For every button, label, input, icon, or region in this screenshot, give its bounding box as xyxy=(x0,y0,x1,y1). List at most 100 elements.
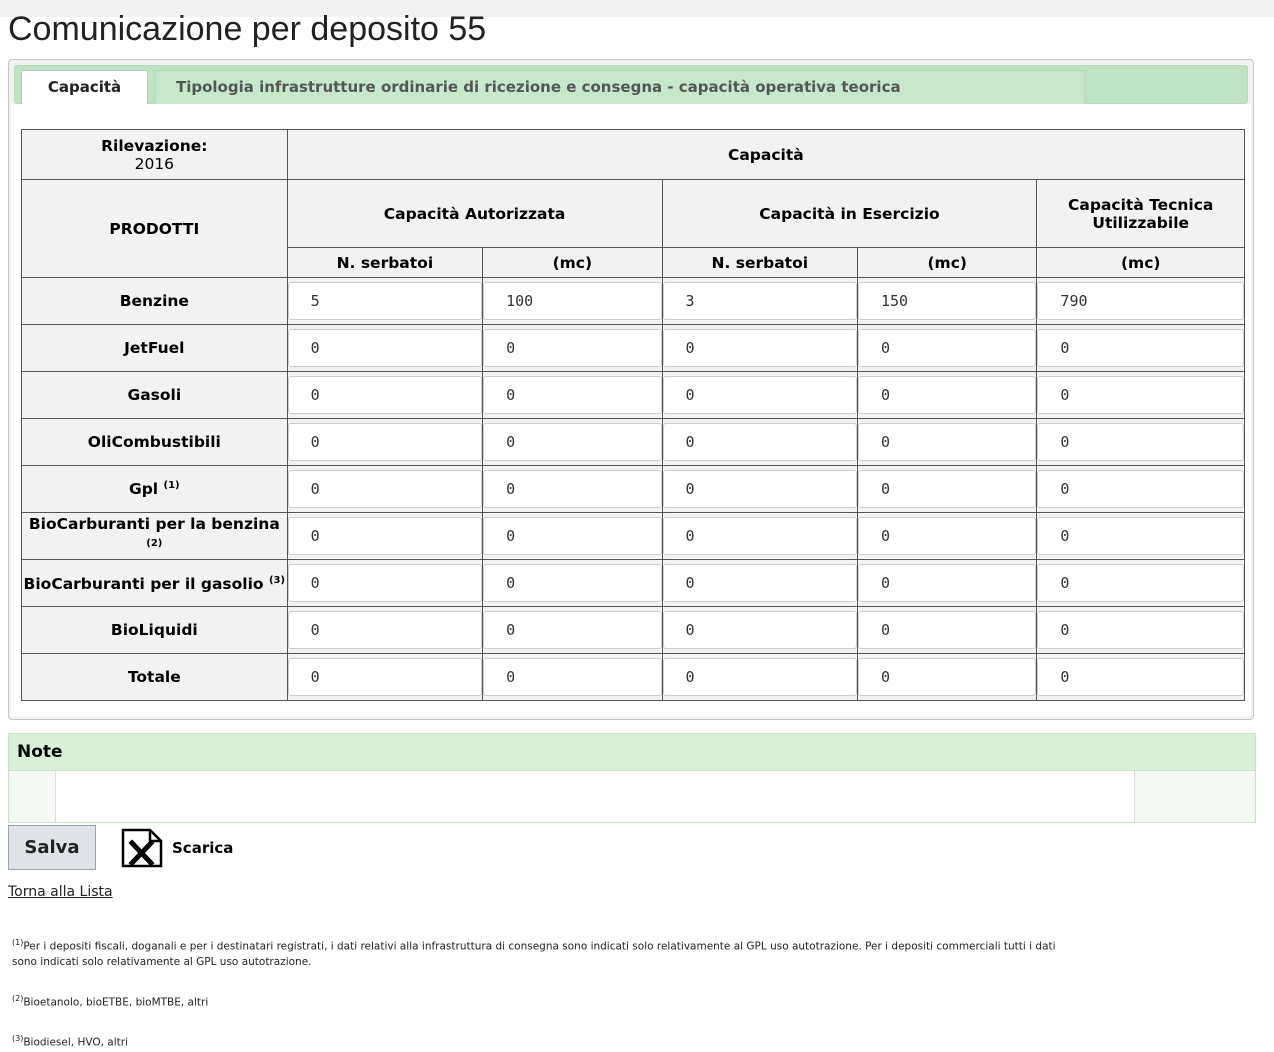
footnote-3-text: Biodiesel, HVO, altri xyxy=(23,1036,128,1049)
esercizio-serbatoi-input[interactable] xyxy=(662,564,857,602)
product-label-cell: BioCarburanti per il gasolio (3) xyxy=(21,559,288,607)
product-label: OliCombustibili xyxy=(87,433,221,451)
capacita-autorizzata-header: Capacità Autorizzata xyxy=(286,179,663,248)
table-row: BioCarburanti per il gasolio (3) xyxy=(21,559,1245,607)
tecnica-mc-input[interactable] xyxy=(1037,517,1244,555)
esercizio-serbatoi-input[interactable] xyxy=(662,658,857,696)
esercizio-mc-input[interactable] xyxy=(858,564,1037,602)
esercizio-serbatoi-input[interactable] xyxy=(662,282,857,320)
value-cell xyxy=(661,418,859,466)
esercizio-serbatoi-input[interactable] xyxy=(662,517,857,555)
value-cell xyxy=(1036,606,1245,654)
autorizzata-mc-input[interactable] xyxy=(483,470,662,508)
tab-tipologia-infrastrutture[interactable]: Tipologia infrastrutture ordinarie di ri… xyxy=(155,70,1085,105)
product-label-cell: Benzine xyxy=(21,277,288,325)
tecnica-mc-input[interactable] xyxy=(1037,658,1244,696)
autorizzata-mc-input[interactable] xyxy=(483,658,662,696)
capacita-tecnica-header: Capacità Tecnica Utilizzabile xyxy=(1036,179,1245,248)
value-cell xyxy=(482,606,663,654)
tecnica-mc-input[interactable] xyxy=(1037,376,1244,414)
value-cell xyxy=(1036,277,1245,325)
autorizzata-mc-input[interactable] xyxy=(483,376,662,414)
tecnica-mc-input[interactable] xyxy=(1037,611,1244,649)
autorizzata-mc-input[interactable] xyxy=(483,564,662,602)
product-label-cell: JetFuel xyxy=(21,324,288,372)
value-cell xyxy=(1036,324,1245,372)
value-cell xyxy=(286,277,484,325)
value-cell xyxy=(661,559,859,607)
autorizzata-serbatoi-input[interactable] xyxy=(287,376,483,414)
tecnica-mc-input[interactable] xyxy=(1037,564,1244,602)
autorizzata-serbatoi-input[interactable] xyxy=(287,517,483,555)
value-cell xyxy=(286,606,484,654)
value-cell xyxy=(856,465,1038,513)
table-row: OliCombustibili xyxy=(21,418,1245,466)
autorizzata-serbatoi-input[interactable] xyxy=(287,470,483,508)
esercizio-mc-input[interactable] xyxy=(858,611,1037,649)
autorizzata-mc-input[interactable] xyxy=(483,423,662,461)
tab-capacita[interactable]: Capacità xyxy=(21,70,148,105)
autorizzata-serbatoi-input[interactable] xyxy=(287,329,483,367)
subheader-esercizio-mc: (mc) xyxy=(856,247,1038,278)
product-label: Gpl xyxy=(128,480,159,499)
autorizzata-mc-input[interactable] xyxy=(483,517,662,555)
value-cell xyxy=(661,324,859,372)
esercizio-mc-input[interactable] xyxy=(858,658,1037,696)
esercizio-mc-input[interactable] xyxy=(858,376,1037,414)
table-row: BioCarburanti per la benzina (2) xyxy=(21,512,1245,560)
tecnica-mc-input[interactable] xyxy=(1037,329,1244,367)
esercizio-serbatoi-input[interactable] xyxy=(662,611,857,649)
tecnica-mc-input[interactable] xyxy=(1037,282,1244,320)
autorizzata-serbatoi-input[interactable] xyxy=(287,282,483,320)
capacita-header: Capacità xyxy=(286,129,1246,180)
value-cell xyxy=(856,418,1038,466)
value-cell xyxy=(661,371,859,419)
esercizio-mc-input[interactable] xyxy=(858,423,1037,461)
product-label-cell: OliCombustibili xyxy=(21,418,288,466)
table-row: Gpl (1) xyxy=(21,465,1245,513)
product-label: Benzine xyxy=(119,292,189,310)
product-label-cell: BioCarburanti per la benzina (2) xyxy=(21,512,288,560)
value-cell xyxy=(1036,371,1245,419)
subheader-esercizio-serbatoi: N. serbatoi xyxy=(661,247,859,278)
product-label-cell: Totale xyxy=(21,653,288,701)
autorizzata-mc-input[interactable] xyxy=(483,282,662,320)
save-button[interactable]: Salva xyxy=(8,825,96,870)
back-to-list-link[interactable]: Torna alla Lista xyxy=(8,884,113,900)
autorizzata-serbatoi-input[interactable] xyxy=(287,658,483,696)
value-cell xyxy=(482,512,663,560)
value-cell xyxy=(286,512,484,560)
table-row: Totale xyxy=(21,653,1245,701)
autorizzata-mc-input[interactable] xyxy=(483,329,662,367)
footnote-2: (2)Bioetanolo, bioETBE, bioMTBE, altri xyxy=(12,991,208,1011)
subheader-autorizzata-serbatoi: N. serbatoi xyxy=(286,247,484,278)
product-footnote-ref: (1) xyxy=(163,479,180,491)
product-footnote-ref: (3) xyxy=(268,575,286,587)
tecnica-mc-input[interactable] xyxy=(1037,470,1244,508)
autorizzata-mc-input[interactable] xyxy=(483,611,662,649)
esercizio-mc-input[interactable] xyxy=(858,282,1037,320)
tecnica-mc-input[interactable] xyxy=(1037,423,1244,461)
product-label: JetFuel xyxy=(124,339,185,357)
autorizzata-serbatoi-input[interactable] xyxy=(287,423,483,461)
esercizio-mc-input[interactable] xyxy=(858,517,1037,555)
notes-textarea[interactable] xyxy=(55,771,1135,822)
esercizio-mc-input[interactable] xyxy=(858,329,1037,367)
product-footnote-ref: (2) xyxy=(146,537,163,549)
esercizio-serbatoi-input[interactable] xyxy=(662,470,857,508)
value-cell xyxy=(1036,512,1245,560)
table-row: BioLiquidi xyxy=(21,606,1245,654)
autorizzata-serbatoi-input[interactable] xyxy=(287,564,483,602)
footnote-1-text: Per i depositi fiscali, doganali e per i… xyxy=(12,940,1056,968)
value-cell xyxy=(661,653,859,701)
value-cell xyxy=(661,465,859,513)
autorizzata-serbatoi-input[interactable] xyxy=(287,611,483,649)
product-label-cell: BioLiquidi xyxy=(21,606,288,654)
esercizio-serbatoi-input[interactable] xyxy=(662,329,857,367)
download-excel-link[interactable]: Scarica xyxy=(120,828,233,868)
prodotti-header: PRODOTTI xyxy=(21,179,288,278)
esercizio-mc-input[interactable] xyxy=(858,470,1037,508)
esercizio-serbatoi-input[interactable] xyxy=(662,376,857,414)
value-cell xyxy=(661,277,859,325)
esercizio-serbatoi-input[interactable] xyxy=(662,423,857,461)
